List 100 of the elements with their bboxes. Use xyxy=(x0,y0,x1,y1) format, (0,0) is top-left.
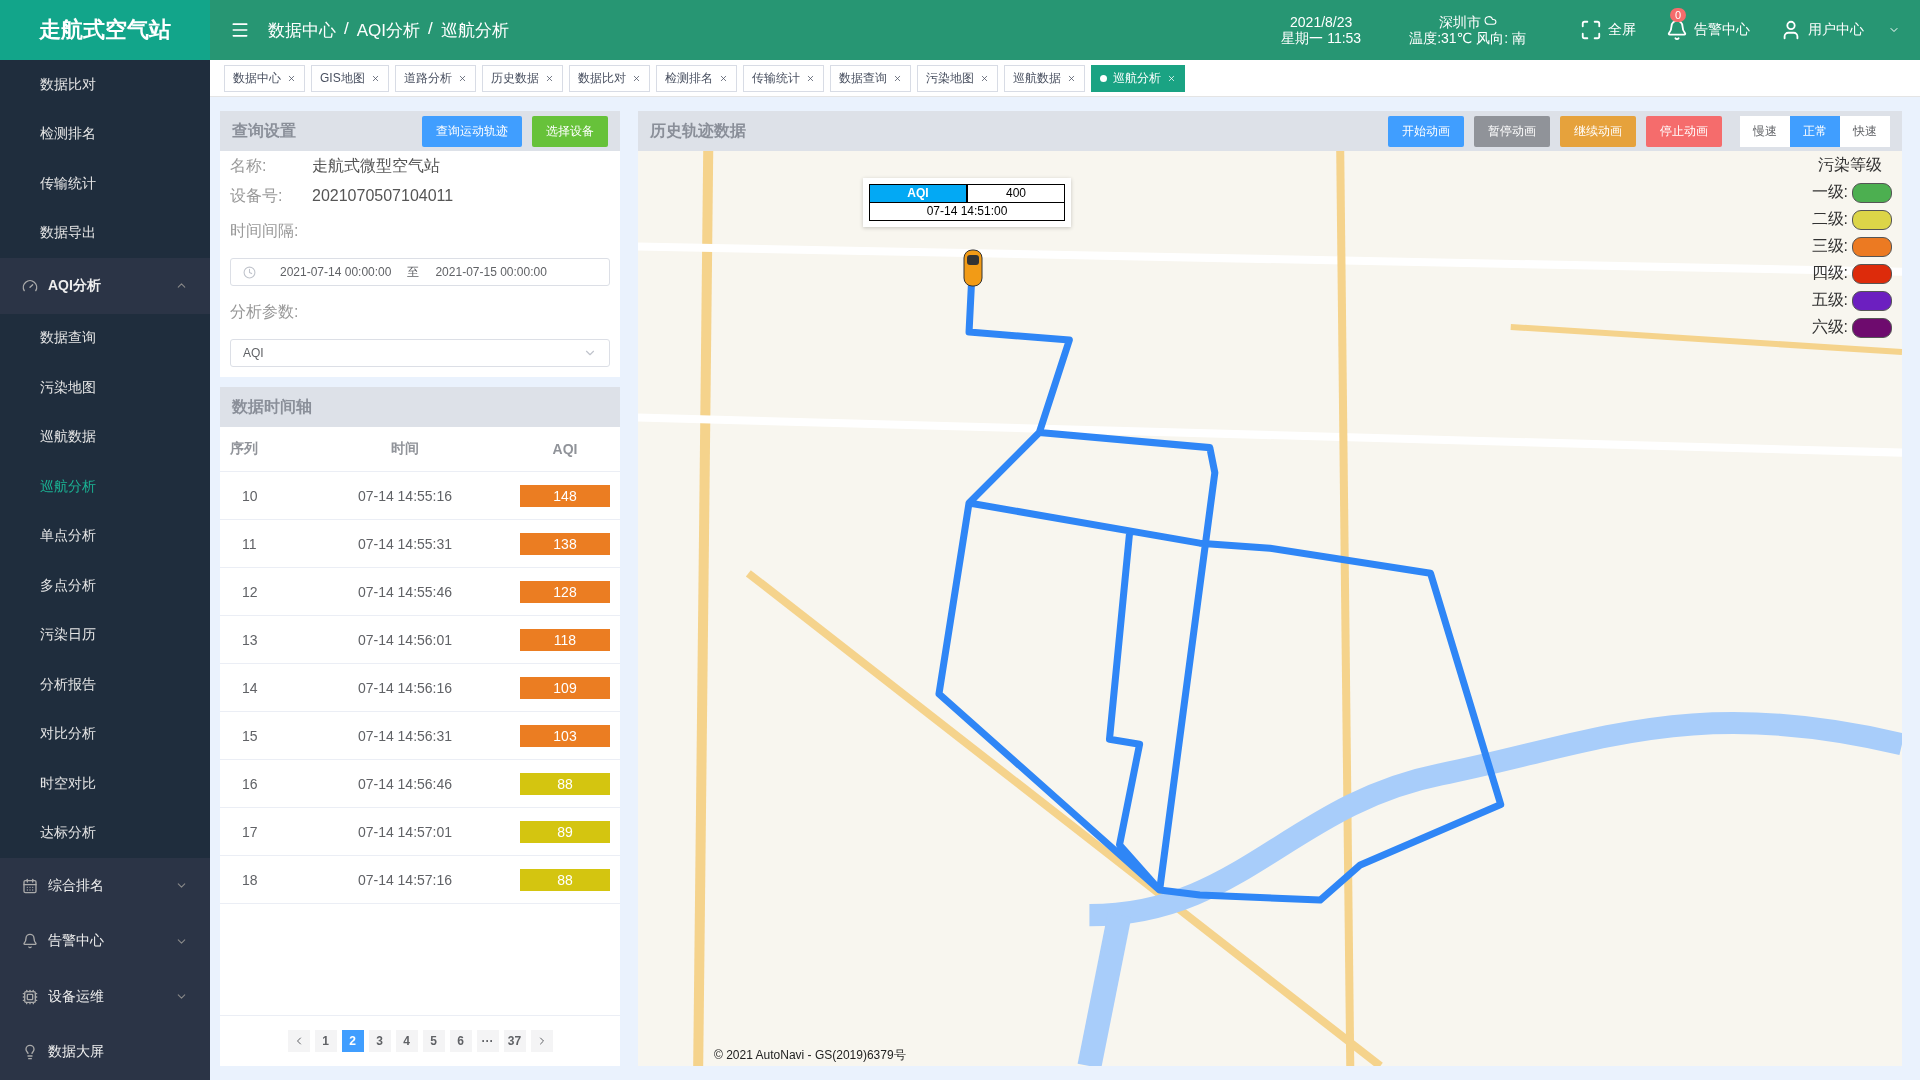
legend-title: 污染等级 xyxy=(1818,155,1882,175)
close-icon[interactable] xyxy=(370,73,380,83)
sidebar-group[interactable]: 设备运维 xyxy=(0,969,210,1025)
column-header: 时间 xyxy=(390,440,420,458)
table-cell-text: 07-14 14:56:46 xyxy=(356,775,454,792)
close-icon[interactable] xyxy=(892,73,902,83)
breadcrumb-item[interactable]: AQI分析 xyxy=(356,18,421,42)
field-label: 名称: xyxy=(230,156,268,176)
table-cell-text: 07-14 14:56:16 xyxy=(356,679,454,696)
map-drawing[interactable] xyxy=(638,151,1902,1066)
panel-title: 数据时间轴 xyxy=(232,396,313,417)
sidebar-group[interactable]: 综合排名 xyxy=(0,858,210,914)
table-cell-text: 07-14 14:55:31 xyxy=(356,535,454,552)
tab[interactable]: 数据中心 xyxy=(224,64,305,92)
table-cell-text: 13 xyxy=(241,631,259,648)
aqi-value-tag: 103 xyxy=(520,724,610,747)
aqi-value-tag: 148 xyxy=(520,484,610,507)
sidebar-group[interactable]: AQI分析 xyxy=(0,258,210,314)
city-text: 深圳市 xyxy=(1438,14,1481,30)
aqi-value-tag: 88 xyxy=(520,772,610,795)
aqi-value-tag: 89 xyxy=(520,820,610,843)
close-icon[interactable] xyxy=(287,73,296,83)
tab[interactable]: 数据查询 xyxy=(829,64,911,92)
page-button[interactable]: ··· xyxy=(476,1030,499,1052)
table-cell-text: 12 xyxy=(241,583,259,600)
table-cell-text: 07-14 14:55:46 xyxy=(356,583,454,600)
close-icon[interactable] xyxy=(1066,73,1076,83)
close-icon[interactable] xyxy=(805,73,815,83)
lightbulb-icon xyxy=(22,1044,38,1061)
table-cell-text: 07-14 14:57:16 xyxy=(356,871,454,888)
table-cell-text: 10 xyxy=(241,487,259,504)
table-cell-text: 07-14 14:57:01 xyxy=(356,823,454,840)
date-range-field[interactable]: 2021-07-14 00:00:00 至 2021-07-15 00:00:00 xyxy=(230,258,610,286)
fullscreen-icon xyxy=(1580,19,1602,41)
legend-label: 六级: xyxy=(1811,317,1848,337)
close-icon[interactable] xyxy=(979,73,989,83)
breadcrumb-separator: / xyxy=(428,18,433,40)
field-label: 时间间隔: xyxy=(229,221,300,241)
column-header: 序列 xyxy=(230,440,259,458)
cloud-icon xyxy=(1483,14,1497,27)
page-button[interactable]: 37 xyxy=(503,1030,526,1052)
page-button[interactable]: 1 xyxy=(314,1030,337,1052)
header-action-button[interactable]: 全屏 xyxy=(1574,18,1642,42)
sidebar-group[interactable]: 数据大屏 xyxy=(0,1024,210,1080)
chip-icon xyxy=(22,988,38,1005)
close-icon[interactable] xyxy=(1166,73,1176,83)
header-action-button[interactable]: 用户中心 xyxy=(1774,18,1870,42)
menu-icon[interactable] xyxy=(230,20,250,40)
table-cell-text: 07-14 14:56:31 xyxy=(356,727,454,744)
breadcrumb-item[interactable]: 数据中心 xyxy=(268,18,336,42)
tab[interactable]: 道路分析 xyxy=(394,64,476,92)
popup-time: 07-14 14:51:00 xyxy=(869,203,1065,221)
calendar-icon xyxy=(22,877,38,894)
clock-icon xyxy=(243,265,256,279)
table-cell-text: 18 xyxy=(241,871,259,888)
page-button[interactable]: 5 xyxy=(422,1030,445,1052)
popup-label: AQI xyxy=(869,184,967,203)
weather-text: 温度:31℃ 风向: 南 xyxy=(1409,30,1526,46)
table-cell-text: 07-14 14:55:16 xyxy=(356,487,454,504)
parameter-select[interactable]: AQI xyxy=(230,339,610,367)
tab[interactable]: 巡航数据 xyxy=(1003,64,1085,92)
map-copyright: © 2021 AutoNavi - GS(2019)6379号 xyxy=(714,1047,906,1064)
date-text: 2021/8/23 xyxy=(1290,14,1353,30)
car-marker-icon xyxy=(963,249,983,287)
close-icon[interactable] xyxy=(718,73,728,83)
active-dot-icon xyxy=(1099,74,1107,82)
breadcrumb-separator: / xyxy=(344,18,349,40)
close-icon[interactable] xyxy=(544,73,554,83)
close-icon[interactable] xyxy=(457,73,467,83)
notification-badge: 0 xyxy=(1670,8,1687,22)
legend-label: 五级: xyxy=(1811,290,1848,310)
sidebar-group[interactable]: 告警中心 xyxy=(0,913,210,970)
legend-label: 四级: xyxy=(1811,263,1848,283)
gauge-icon xyxy=(22,277,38,294)
breadcrumb-item[interactable]: 巡航分析 xyxy=(440,18,509,42)
bell-icon xyxy=(22,933,38,950)
speed-button[interactable]: 慢速 xyxy=(1740,115,1790,147)
legend-label: 一级: xyxy=(1811,182,1848,202)
tab[interactable]: GIS地图 xyxy=(311,64,389,92)
popup-value: 400 xyxy=(967,184,1065,203)
page-button[interactable]: 3 xyxy=(368,1030,391,1052)
table-cell-text: 11 xyxy=(241,535,258,552)
page-button[interactable]: 4 xyxy=(395,1030,418,1052)
tab[interactable]: 数据比对 xyxy=(568,64,650,92)
aqi-value-tag: 88 xyxy=(520,868,610,891)
tab[interactable]: 检测排名 xyxy=(655,64,737,92)
aqi-value-tag: 128 xyxy=(520,580,610,603)
table-cell-text: 15 xyxy=(241,727,259,744)
previous-page-button[interactable] xyxy=(287,1030,310,1052)
tab[interactable]: 污染地图 xyxy=(916,64,998,92)
speed-button[interactable]: 快速 xyxy=(1840,115,1890,147)
field-value: 2021070507104011 xyxy=(312,186,454,206)
tab[interactable]: 传输统计 xyxy=(742,64,824,92)
close-icon[interactable] xyxy=(631,73,641,83)
aqi-value-tag: 138 xyxy=(520,532,610,555)
field-label: 设备号: xyxy=(230,186,284,206)
page-button[interactable]: 6 xyxy=(449,1030,472,1052)
table-cell-text: 14 xyxy=(241,679,259,696)
field-label: 分析参数: xyxy=(229,302,300,322)
tab[interactable]: 历史数据 xyxy=(481,64,563,92)
